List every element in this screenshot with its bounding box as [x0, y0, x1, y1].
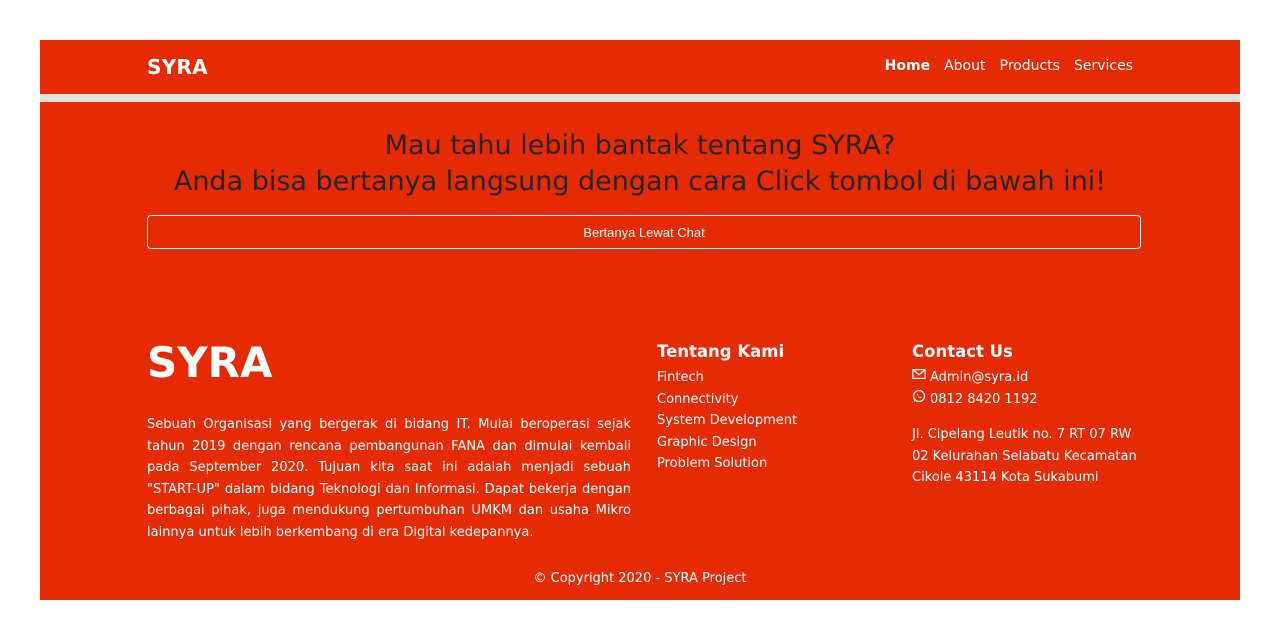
- nav-item-home[interactable]: Home: [885, 58, 930, 74]
- contact-email-row: Admin@syra.id: [912, 367, 1142, 389]
- chat-button[interactable]: Bertanya Lewat Chat: [147, 215, 1141, 249]
- contact-phone-row: 0812 8420 1192: [912, 389, 1142, 411]
- nav-item-products[interactable]: Products: [1000, 58, 1060, 74]
- nav-item-services[interactable]: Services: [1074, 58, 1133, 74]
- about-heading: Tentang Kami: [657, 342, 785, 361]
- about-link-system-development[interactable]: System Development: [657, 410, 797, 432]
- contact-email[interactable]: Admin@syra.id: [930, 367, 1028, 389]
- cta-heading-line-1: Mau tahu lebih bantak tentang SYRA?: [384, 130, 896, 161]
- page-frame: SYRA Home About Products Services Mau ta…: [40, 40, 1240, 600]
- copyright: © Copyright 2020 - SYRA Project: [533, 571, 747, 586]
- about-link-problem-solution[interactable]: Problem Solution: [657, 453, 797, 475]
- contact-heading: Contact Us: [912, 342, 1013, 361]
- nav-item-about[interactable]: About: [944, 58, 985, 74]
- about-link-connectivity[interactable]: Connectivity: [657, 389, 797, 411]
- whatsapp-icon: [912, 389, 926, 411]
- about-link-fintech[interactable]: Fintech: [657, 367, 797, 389]
- cta-heading: Mau tahu lebih bantak tentang SYRA? Anda…: [40, 128, 1240, 200]
- footer-contact-column: Contact Us Admin@syra.id 0812 8420 1192 …: [912, 342, 1142, 489]
- navbar: SYRA Home About Products Services: [40, 40, 1240, 94]
- footer-about-column: Tentang Kami Fintech Connectivity System…: [657, 342, 797, 475]
- envelope-icon: [912, 367, 926, 389]
- about-links: Fintech Connectivity System Development …: [657, 367, 797, 475]
- about-link-graphic-design[interactable]: Graphic Design: [657, 432, 797, 454]
- footer-logo: SYRA: [147, 338, 273, 387]
- section-divider: [40, 94, 1240, 102]
- contact-address: Jl. Cipelang Leutik no. 7 RT 07 RW 02 Ke…: [912, 427, 1137, 485]
- navbar-brand[interactable]: SYRA: [147, 55, 208, 79]
- cta-heading-line-2: Anda bisa bertanya langsung dengan cara …: [173, 166, 1107, 197]
- contact-phone[interactable]: 0812 8420 1192: [930, 389, 1038, 411]
- nav-menu: Home About Products Services: [885, 58, 1133, 74]
- footer-description: Sebuah Organisasi yang bergerak di bidan…: [147, 417, 631, 540]
